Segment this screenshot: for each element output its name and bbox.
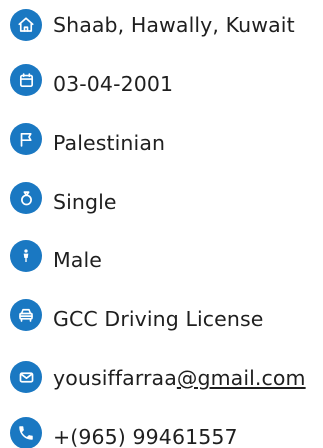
personal-info-list: Shaab, Hawally, Kuwait 03-04-2001 Palest… [0,0,323,448]
person-icon [10,240,42,272]
nationality-text: Palestinian [53,131,166,155]
email-link[interactable]: yousiffarraa@gmail.com [53,361,306,395]
phone-text[interactable]: +(965) 99461557 [53,420,238,448]
gender-text: Male [53,248,102,272]
birth-date-text: 03-04-2001 [53,72,174,96]
email-user: yousiffarraa [53,366,177,390]
mail-icon [10,361,42,393]
license-text: GCC Driving License [53,307,264,331]
car-icon [10,299,42,331]
calendar-icon [10,64,42,96]
marital-status-text: Single [53,190,117,214]
flag-icon [10,123,42,155]
phone-icon [10,417,42,448]
address-text: Shaab, Hawally, Kuwait [53,13,295,37]
home-icon [10,9,42,41]
ring-icon [10,182,42,214]
email-domain: @gmail.com [176,366,306,390]
